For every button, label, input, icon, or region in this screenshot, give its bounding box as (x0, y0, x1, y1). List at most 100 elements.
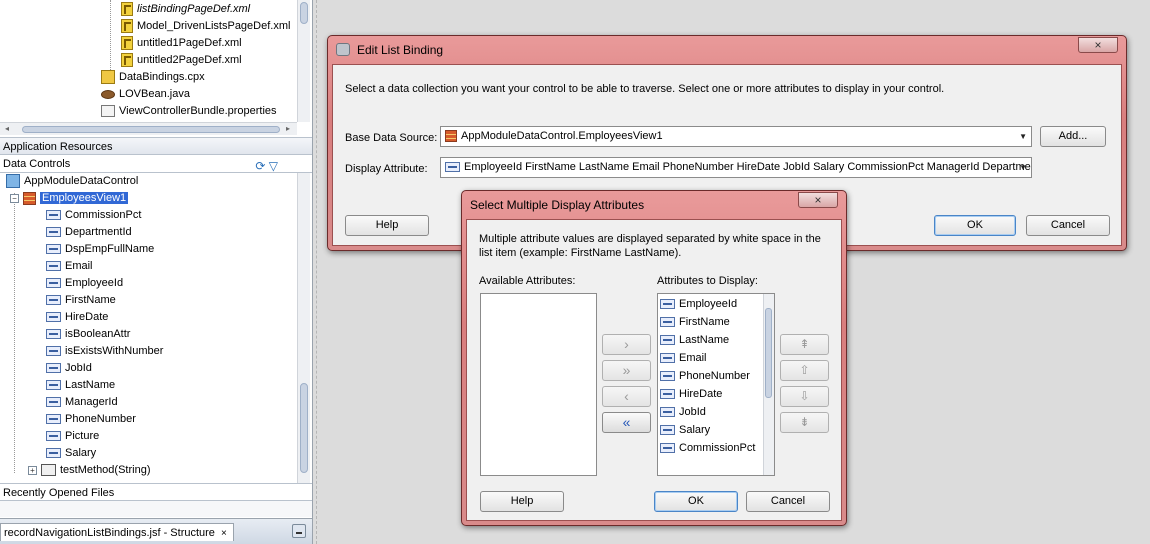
attribute-icon (46, 295, 61, 306)
dialog-title-bar[interactable]: Select Multiple Display Attributes (462, 191, 846, 219)
data-control-node[interactable]: AppModuleDataControl (6, 173, 138, 190)
base-data-source-combo[interactable]: AppModuleDataControl.EmployeesView1 ▼ (440, 126, 1032, 147)
recently-opened-files-header[interactable]: Recently Opened Files (0, 483, 312, 501)
ok-button[interactable]: OK (934, 215, 1016, 236)
list-item[interactable]: LastName (660, 331, 729, 349)
file-tree-horizontal-scrollbar[interactable]: ◂ ▸ (0, 122, 297, 135)
help-button[interactable]: Help (480, 491, 564, 512)
structure-tab[interactable]: recordNavigationListBindings.jsf - Struc… (0, 523, 234, 541)
cpx-file-icon (101, 70, 115, 85)
attribute-icon (46, 278, 61, 289)
move-all-left-button[interactable]: « (602, 412, 651, 433)
list-item[interactable]: HireDate (660, 385, 722, 403)
selected-view-label: EmployeesView1 (40, 192, 129, 204)
scrollbar-thumb[interactable] (22, 126, 280, 133)
list-item[interactable]: PhoneNumber (660, 367, 750, 385)
filter-icon[interactable]: ▽ (269, 159, 278, 173)
scrollbar-thumb[interactable] (300, 383, 308, 473)
scrollbar-thumb[interactable] (765, 308, 772, 398)
data-controls-vertical-scrollbar[interactable] (297, 173, 310, 483)
dialog-title: Edit List Binding (357, 43, 444, 57)
attribute-node[interactable]: LastName (46, 377, 115, 394)
file-item[interactable]: untitled2PageDef.xml (121, 52, 242, 69)
file-item[interactable]: untitled1PageDef.xml (121, 35, 242, 52)
attribute-node[interactable]: FirstName (46, 292, 116, 309)
list-vertical-scrollbar[interactable] (763, 294, 774, 475)
attribute-icon (660, 335, 675, 346)
page-def-xml-icon (121, 36, 133, 51)
attribute-node[interactable]: ManagerId (46, 394, 118, 411)
attribute-node[interactable]: Picture (46, 428, 99, 445)
minimize-button[interactable] (292, 524, 306, 538)
scrollbar-thumb[interactable] (300, 2, 308, 24)
attribute-node[interactable]: JobId (46, 360, 92, 377)
select-multiple-display-attributes-dialog: Select Multiple Display Attributes × Mul… (461, 190, 847, 526)
attribute-node[interactable]: DepartmentId (46, 224, 132, 241)
list-item[interactable]: Email (660, 349, 707, 367)
cancel-button[interactable]: Cancel (1026, 215, 1110, 236)
attribute-node[interactable]: isExistsWithNumber (46, 343, 163, 360)
move-all-right-button[interactable]: » (602, 360, 651, 381)
available-attributes-list[interactable] (480, 293, 597, 476)
file-item[interactable]: ViewControllerBundle.properties (101, 103, 277, 120)
data-control-icon (6, 174, 20, 189)
dialog-body: Multiple attribute values are displayed … (466, 219, 842, 521)
java-bean-icon (101, 89, 115, 99)
move-down-button[interactable]: ⇩ (780, 386, 829, 407)
move-right-button[interactable]: › (602, 334, 651, 355)
attribute-node[interactable]: DspEmpFullName (46, 241, 154, 258)
display-attribute-combo[interactable]: EmployeeId FirstName LastName Email Phon… (440, 157, 1032, 178)
list-item[interactable]: JobId (660, 403, 706, 421)
list-item[interactable]: FirstName (660, 313, 730, 331)
file-tree-vertical-scrollbar[interactable] (297, 0, 310, 122)
collapse-icon[interactable]: − (10, 193, 19, 203)
list-item[interactable]: EmployeeId (660, 295, 737, 313)
file-item[interactable]: DataBindings.cpx (101, 69, 205, 86)
application-resources-header[interactable]: Application Resources (0, 137, 312, 155)
properties-file-icon (101, 105, 115, 118)
refresh-icon[interactable]: ⟳ (255, 159, 265, 173)
attribute-node[interactable]: Email (46, 258, 93, 275)
attribute-node[interactable]: Salary (46, 445, 96, 462)
move-to-bottom-button[interactable]: ⇟ (780, 412, 829, 433)
method-node[interactable]: + testMethod(String) (28, 462, 150, 479)
attribute-icon (46, 261, 61, 272)
add-button[interactable]: Add... (1040, 126, 1106, 147)
list-item[interactable]: CommissionPct (660, 439, 755, 457)
help-button[interactable]: Help (345, 215, 429, 236)
expand-icon[interactable]: + (28, 465, 37, 475)
cancel-button[interactable]: Cancel (746, 491, 830, 512)
data-controls-tree: AppModuleDataControl − EmployeesView1 Com… (0, 173, 297, 483)
attribute-icon (46, 210, 61, 221)
close-button[interactable]: × (1078, 37, 1118, 53)
attribute-node[interactable]: EmployeeId (46, 275, 123, 292)
file-item[interactable]: LOVBean.java (101, 86, 190, 103)
attribute-icon (46, 448, 61, 459)
file-item[interactable]: listBindingPageDef.xml (121, 1, 250, 18)
instructions-text: Select a data collection you want your c… (345, 83, 945, 95)
attribute-node[interactable]: PhoneNumber (46, 411, 136, 428)
list-item[interactable]: Salary (660, 421, 710, 439)
description-text: Multiple attribute values are displayed … (479, 233, 821, 259)
file-item[interactable]: Model_DrivenListsPageDef.xml (121, 18, 290, 35)
close-button[interactable]: × (798, 192, 838, 208)
scroll-left-icon[interactable]: ◂ (5, 124, 9, 133)
attribute-node[interactable]: HireDate (46, 309, 108, 326)
move-left-button[interactable]: ‹ (602, 386, 651, 407)
attribute-icon (46, 380, 61, 391)
move-to-top-button[interactable]: ⇞ (780, 334, 829, 355)
attribute-node[interactable]: CommissionPct (46, 207, 141, 224)
view-object-node[interactable]: − EmployeesView1 (10, 190, 129, 207)
available-attributes-label: Available Attributes: (479, 275, 576, 287)
close-icon[interactable]: × (221, 528, 227, 539)
attribute-node[interactable]: isBooleanAttr (46, 326, 130, 343)
attribute-icon (46, 329, 61, 340)
dialog-title-bar[interactable]: Edit List Binding (328, 36, 1126, 64)
data-controls-header[interactable]: Data Controls ⟳ ▽ (0, 155, 312, 173)
attributes-to-display-list[interactable]: EmployeeId FirstName LastName Email Phon… (657, 293, 775, 476)
attribute-icon (46, 346, 61, 357)
scroll-right-icon[interactable]: ▸ (286, 124, 290, 133)
move-up-button[interactable]: ⇧ (780, 360, 829, 381)
ok-button[interactable]: OK (654, 491, 738, 512)
attribute-icon (46, 431, 61, 442)
